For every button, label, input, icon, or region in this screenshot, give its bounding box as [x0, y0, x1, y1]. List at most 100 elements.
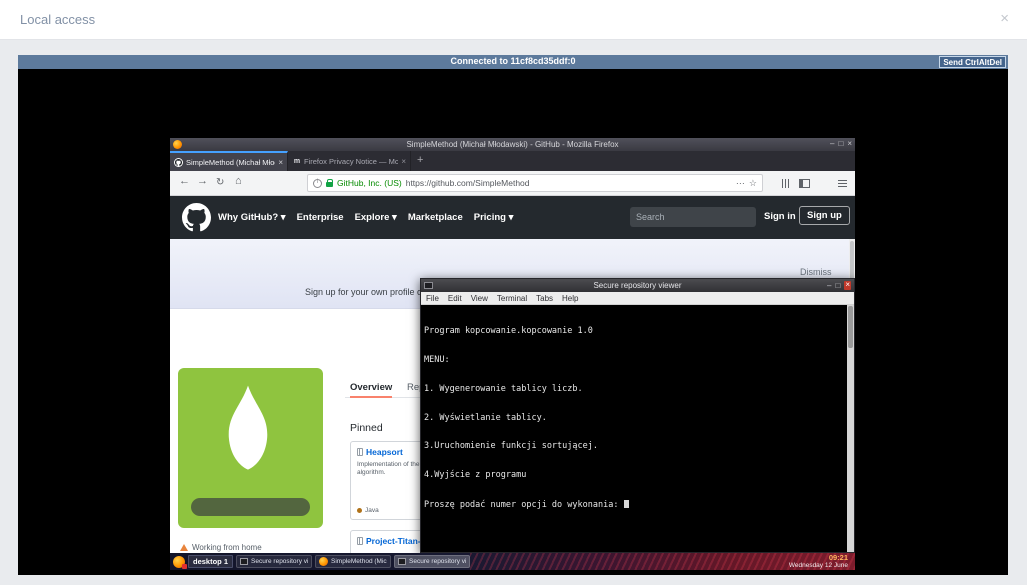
- terminal-line: 1. Wygenerowanie tablicy liczb.: [424, 383, 583, 394]
- avatar-banner: [191, 498, 310, 516]
- task-button-firefox[interactable]: SimpleMethod (Mich...: [315, 555, 392, 568]
- remote-screen[interactable]: SimpleMethod (Michał Młodawski) - GitHub…: [18, 69, 1008, 575]
- menu-edit[interactable]: Edit: [448, 294, 462, 303]
- reload-button[interactable]: ↻: [216, 177, 224, 188]
- security-label: GitHub, Inc. (US): [337, 178, 402, 188]
- connection-status: Connected to 11cf8cd35ddf:0: [450, 56, 576, 66]
- close-icon[interactable]: ×: [1000, 10, 1009, 27]
- menu-tabs[interactable]: Tabs: [536, 294, 553, 303]
- terminal-line: MENU:: [424, 354, 450, 365]
- terminal-prompt: Proszę podać numer opcji do wykonania:: [424, 499, 624, 510]
- close-icon[interactable]: ×: [844, 281, 851, 290]
- pinned-heading: Pinned: [350, 422, 383, 434]
- language-label: Java: [365, 507, 379, 514]
- terminal-scrollbar[interactable]: [847, 305, 854, 552]
- sign-up-button[interactable]: Sign up: [799, 206, 850, 225]
- profile-status: Working from home: [180, 543, 262, 552]
- task-label: SimpleMethod (Mich...: [331, 558, 387, 565]
- terminal-icon: [398, 558, 407, 565]
- repo-link[interactable]: Project-Titan-: [366, 536, 421, 546]
- github-search-input[interactable]: [630, 207, 756, 227]
- terminal-line: Program kopcowanie.kopcowanie 1.0: [424, 326, 593, 337]
- terminal-line: 4.Wyjście z programu: [424, 470, 527, 481]
- browser-tab-privacy-notice[interactable]: m Firefox Privacy Notice — Mo... ×: [289, 151, 411, 171]
- tab-close-icon[interactable]: ×: [401, 157, 406, 166]
- terminal-line: 3.Uruchomienie funkcji sortującej.: [424, 441, 598, 452]
- nav-enterprise[interactable]: Enterprise: [297, 212, 344, 223]
- terminal-icon: [240, 558, 249, 565]
- maximize-icon[interactable]: □: [838, 139, 843, 148]
- vnc-console: Connected to 11cf8cd35ddf:0 Send CtrlAlt…: [18, 55, 1008, 575]
- menu-help[interactable]: Help: [562, 294, 578, 303]
- github-nav: Why GitHub? ▾ Enterprise Explore ▾ Marke…: [218, 196, 513, 239]
- tent-icon: [180, 544, 188, 551]
- github-favicon-icon: [174, 157, 183, 167]
- terminal-window: Secure repository viewer – □ × File Edit…: [420, 278, 855, 553]
- github-logo-icon[interactable]: [182, 203, 211, 232]
- sign-in-link[interactable]: Sign in: [764, 211, 796, 222]
- dismiss-link[interactable]: Dismiss: [800, 267, 832, 277]
- terminal-cursor: [623, 499, 629, 508]
- url-bar[interactable]: GitHub, Inc. (US) https://github.com/Sim…: [307, 174, 763, 192]
- language-dot-icon: [357, 508, 362, 513]
- hamburger-menu-icon[interactable]: [838, 180, 847, 187]
- minimize-icon[interactable]: –: [827, 281, 831, 290]
- site-info-icon[interactable]: [313, 178, 322, 188]
- firefox-icon: [319, 557, 329, 566]
- task-label: Secure repository vie...: [251, 558, 308, 565]
- firefox-titlebar[interactable]: SimpleMethod (Michał Młodawski) - GitHub…: [170, 138, 855, 151]
- nav-why-github[interactable]: Why GitHub? ▾: [218, 212, 286, 223]
- sidebar-icon[interactable]: [799, 179, 810, 188]
- page-actions-icon[interactable]: ⋯: [736, 178, 745, 189]
- console-header: Connected to 11cf8cd35ddf:0 Send CtrlAlt…: [18, 55, 1008, 69]
- clock-date: Wednesday 12 June: [788, 561, 848, 569]
- library-icon[interactable]: [782, 179, 790, 188]
- send-ctrl-alt-del-button[interactable]: Send CtrlAltDel: [939, 56, 1006, 68]
- menu-file[interactable]: File: [426, 294, 439, 303]
- remote-desktop: SimpleMethod (Michał Młodawski) - GitHub…: [170, 138, 855, 570]
- firefox-tabbar: SimpleMethod (Michał Młod... × m Firefox…: [170, 151, 855, 171]
- clock-time: 09:21: [828, 552, 848, 562]
- close-icon[interactable]: ×: [847, 139, 852, 148]
- scrollbar-thumb[interactable]: [848, 306, 853, 348]
- lock-icon: [326, 178, 333, 187]
- maximize-icon[interactable]: □: [835, 281, 840, 290]
- menu-view[interactable]: View: [471, 294, 488, 303]
- firefox-navbar: ← → ↻ ⌂ GitHub, Inc. (US) https://github…: [170, 171, 855, 196]
- local-access-titlebar: Local access ×: [0, 0, 1027, 40]
- terminal-title: Secure repository viewer: [593, 281, 682, 290]
- minimize-icon[interactable]: –: [830, 139, 834, 148]
- repo-link[interactable]: Heapsort: [366, 447, 403, 457]
- back-button[interactable]: ←: [179, 176, 190, 187]
- home-button[interactable]: ⌂: [235, 176, 242, 187]
- status-text: Working from home: [192, 543, 262, 552]
- tab-label: Firefox Privacy Notice — Mo...: [304, 156, 399, 166]
- terminal-line: Proszę podać numer opcji do wykonania:: [424, 499, 844, 511]
- task-button-terminal-1[interactable]: Secure repository vie...: [236, 555, 313, 568]
- new-tab-button[interactable]: +: [417, 154, 423, 166]
- terminal-titlebar[interactable]: Secure repository viewer – □ ×: [421, 279, 854, 292]
- nav-explore[interactable]: Explore ▾: [355, 212, 397, 223]
- task-button-terminal-2[interactable]: Secure repository vie...: [394, 555, 471, 568]
- firefox-window-controls: – □ ×: [830, 139, 852, 148]
- menu-terminal[interactable]: Terminal: [497, 294, 527, 303]
- nav-pricing[interactable]: Pricing ▾: [474, 212, 514, 223]
- profile-avatar[interactable]: [178, 368, 323, 528]
- terminal-window-controls: – □ ×: [827, 281, 851, 290]
- firefox-window-title: SimpleMethod (Michał Młodawski) - GitHub…: [406, 140, 619, 149]
- tab-overview[interactable]: Overview: [350, 382, 393, 398]
- terminal-menubar: File Edit View Terminal Tabs Help: [421, 292, 854, 305]
- terminal-body[interactable]: Program kopcowanie.kopcowanie 1.0 MENU: …: [421, 305, 847, 552]
- bookmark-star-icon[interactable]: ☆: [749, 178, 757, 189]
- tab-close-icon[interactable]: ×: [278, 158, 283, 167]
- firefox-launcher-icon[interactable]: [173, 555, 187, 569]
- browser-tab-simplemethod[interactable]: SimpleMethod (Michał Młod... ×: [170, 151, 288, 171]
- forward-button[interactable]: →: [197, 176, 208, 187]
- taskbar-clock[interactable]: 09:21 Wednesday 12 June: [788, 552, 852, 570]
- nav-marketplace[interactable]: Marketplace: [408, 212, 463, 223]
- desktop-pager[interactable]: desktop 1: [188, 555, 234, 568]
- repo-icon: [357, 537, 363, 545]
- flame-logo-icon: [228, 385, 268, 470]
- github-header: Why GitHub? ▾ Enterprise Explore ▾ Marke…: [170, 196, 855, 239]
- task-label: Secure repository vie...: [409, 558, 466, 565]
